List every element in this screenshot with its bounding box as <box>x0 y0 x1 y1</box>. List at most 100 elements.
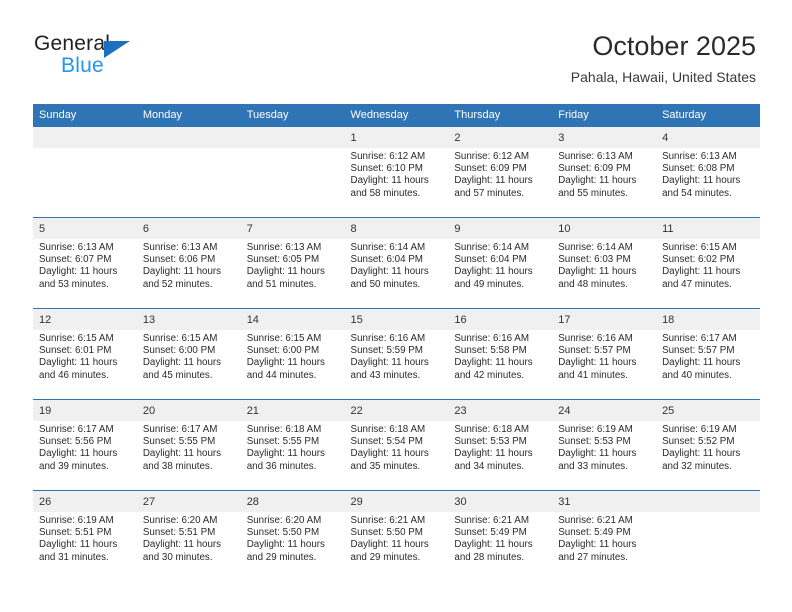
daylight-text-line1: Daylight: 11 hours <box>142 357 222 369</box>
daylight-text-line1: Daylight: 11 hours <box>454 448 533 460</box>
calendar-day-cell[interactable]: 19 Sunrise: 6:17 AM Sunset: 5:56 PM Dayligh… <box>33 399 137 491</box>
daylight-text-line1: Daylight: 11 hours <box>142 448 222 460</box>
day-number: 2 <box>448 127 553 148</box>
day-number: 29 <box>344 491 449 512</box>
sunrise-text: Sunrise: 6:19 AM <box>558 424 633 435</box>
calendar-day-cell[interactable]: 20 Sunrise: 6:17 AM Sunset: 5:55 PM Dayligh… <box>136 399 241 491</box>
day-number: 12 <box>33 309 137 330</box>
day-details: Sunrise: 6:13 AM Sunset: 6:08 PM Daylight:… <box>656 148 760 200</box>
day-number <box>136 127 241 148</box>
sunset-text: Sunset: 5:57 PM <box>662 345 735 357</box>
sunset-text: Sunset: 5:54 PM <box>350 436 423 448</box>
calendar-day-cell[interactable]: 31 Sunrise: 6:21 AM Sunset: 5:49 PM Dayligh… <box>552 490 657 581</box>
daylight-text-line1: Daylight: 11 hours <box>39 448 118 460</box>
calendar-day-cell[interactable]: 8 Sunrise: 6:14 AM Sunset: 6:04 PM Daylight… <box>344 217 449 309</box>
weekday-header-wednesday: Wednesday <box>344 104 449 127</box>
daylight-text-line1: Daylight: 11 hours <box>246 448 325 460</box>
calendar-day-cell[interactable]: 2 Sunrise: 6:12 AM Sunset: 6:09 PM Daylight… <box>448 126 553 218</box>
calendar-day-cell[interactable]: 6 Sunrise: 6:13 AM Sunset: 6:06 PM Daylight… <box>136 217 241 309</box>
sunrise-text: Sunrise: 6:18 AM <box>246 424 322 435</box>
calendar-week-row: 1 Sunrise: 6:12 AM Sunset: 6:10 PM Daylight… <box>33 126 760 218</box>
day-number: 31 <box>552 491 657 512</box>
day-number: 20 <box>136 400 241 421</box>
day-details: Sunrise: 6:19 AM Sunset: 5:53 PM Daylight:… <box>552 421 656 473</box>
daylight-text-line2: and 42 minutes. <box>454 369 525 381</box>
day-number: 4 <box>656 127 760 148</box>
calendar-day-cell[interactable]: 1 Sunrise: 6:12 AM Sunset: 6:10 PM Daylight… <box>344 126 449 218</box>
calendar-week-row: 5 Sunrise: 6:13 AM Sunset: 6:07 PM Daylight… <box>33 217 760 309</box>
sunset-text: Sunset: 6:05 PM <box>246 254 320 266</box>
day-details: Sunrise: 6:16 AM Sunset: 5:57 PM Daylight:… <box>552 330 656 382</box>
sunrise-text: Sunrise: 6:17 AM <box>39 424 114 435</box>
calendar-day-cell[interactable]: 28 Sunrise: 6:20 AM Sunset: 5:50 PM Dayligh… <box>240 490 345 581</box>
calendar-day-cell[interactable]: 5 Sunrise: 6:13 AM Sunset: 6:07 PM Daylight… <box>33 217 137 309</box>
daylight-text-line2: and 33 minutes. <box>558 460 628 472</box>
daylight-text-line1: Daylight: 11 hours <box>246 539 325 551</box>
day-details: Sunrise: 6:20 AM Sunset: 5:51 PM Daylight:… <box>137 512 241 564</box>
calendar-day-cell[interactable]: 22 Sunrise: 6:18 AM Sunset: 5:54 PM Dayligh… <box>344 399 449 491</box>
calendar-day-cell[interactable]: 4 Sunrise: 6:13 AM Sunset: 6:08 PM Daylight… <box>656 126 760 218</box>
calendar-day-cell[interactable]: 7 Sunrise: 6:13 AM Sunset: 6:05 PM Daylight… <box>240 217 345 309</box>
day-number: 27 <box>136 491 241 512</box>
sunrise-text: Sunrise: 6:21 AM <box>350 515 426 526</box>
sunrise-text: Sunrise: 6:13 AM <box>142 242 218 253</box>
daylight-text-line2: and 28 minutes. <box>454 551 525 563</box>
daylight-text-line1: Daylight: 11 hours <box>39 266 118 278</box>
calendar-day-cell[interactable]: 26 Sunrise: 6:19 AM Sunset: 5:51 PM Dayligh… <box>33 490 137 581</box>
sunrise-text: Sunrise: 6:16 AM <box>454 333 529 344</box>
day-details: Sunrise: 6:12 AM Sunset: 6:09 PM Daylight:… <box>448 148 552 200</box>
calendar-day-cell[interactable]: 14 Sunrise: 6:15 AM Sunset: 6:00 PM Dayligh… <box>240 308 345 400</box>
daylight-text-line2: and 30 minutes. <box>142 551 213 563</box>
day-details: Sunrise: 6:14 AM Sunset: 6:03 PM Daylight:… <box>552 239 656 291</box>
calendar-page: General Blue October 2025 Pahala, Hawaii… <box>0 0 792 612</box>
day-number: 21 <box>240 400 345 421</box>
daylight-text-line1: Daylight: 11 hours <box>454 175 533 187</box>
calendar-day-cell[interactable]: 9 Sunrise: 6:14 AM Sunset: 6:04 PM Daylight… <box>448 217 553 309</box>
daylight-text-line2: and 29 minutes. <box>246 551 317 563</box>
day-details: Sunrise: 6:18 AM Sunset: 5:53 PM Daylight:… <box>448 421 552 473</box>
sunrise-text: Sunrise: 6:13 AM <box>39 242 114 253</box>
sunset-text: Sunset: 5:55 PM <box>246 436 320 448</box>
general-blue-logo[interactable]: General Blue <box>34 32 214 84</box>
day-details: Sunrise: 6:20 AM Sunset: 5:50 PM Daylight:… <box>241 512 345 564</box>
sunset-text: Sunset: 6:01 PM <box>39 345 112 357</box>
sunrise-text: Sunrise: 6:13 AM <box>558 151 633 162</box>
sunrise-text: Sunrise: 6:19 AM <box>662 424 737 435</box>
sunrise-text: Sunrise: 6:14 AM <box>454 242 529 253</box>
calendar-day-cell[interactable]: 18 Sunrise: 6:17 AM Sunset: 5:57 PM Dayligh… <box>656 308 760 400</box>
calendar-day-cell[interactable]: 13 Sunrise: 6:15 AM Sunset: 6:00 PM Dayligh… <box>136 308 241 400</box>
daylight-text-line2: and 53 minutes. <box>39 278 109 290</box>
sunrise-text: Sunrise: 6:16 AM <box>350 333 426 344</box>
day-details: Sunrise: 6:13 AM Sunset: 6:07 PM Daylight:… <box>33 239 137 291</box>
sunset-text: Sunset: 6:07 PM <box>39 254 112 266</box>
calendar-day-cell[interactable]: 25 Sunrise: 6:19 AM Sunset: 5:52 PM Dayligh… <box>656 399 760 491</box>
sunrise-text: Sunrise: 6:21 AM <box>558 515 633 526</box>
calendar-day-cell[interactable]: 27 Sunrise: 6:20 AM Sunset: 5:51 PM Dayligh… <box>136 490 241 581</box>
daylight-text-line2: and 55 minutes. <box>558 187 628 199</box>
calendar-day-cell[interactable]: 16 Sunrise: 6:16 AM Sunset: 5:58 PM Dayligh… <box>448 308 553 400</box>
calendar-day-cell[interactable]: 23 Sunrise: 6:18 AM Sunset: 5:53 PM Dayligh… <box>448 399 553 491</box>
calendar-day-cell[interactable]: 24 Sunrise: 6:19 AM Sunset: 5:53 PM Dayligh… <box>552 399 657 491</box>
sunset-text: Sunset: 6:00 PM <box>142 345 216 357</box>
calendar-day-cell[interactable]: 15 Sunrise: 6:16 AM Sunset: 5:59 PM Dayligh… <box>344 308 449 400</box>
daylight-text-line2: and 54 minutes. <box>662 187 732 199</box>
calendar-day-cell[interactable]: 30 Sunrise: 6:21 AM Sunset: 5:49 PM Dayligh… <box>448 490 553 581</box>
daylight-text-line1: Daylight: 11 hours <box>142 539 222 551</box>
daylight-text-line2: and 40 minutes. <box>662 369 732 381</box>
calendar-day-cell[interactable]: 3 Sunrise: 6:13 AM Sunset: 6:09 PM Daylight… <box>552 126 657 218</box>
sunset-text: Sunset: 6:00 PM <box>246 345 320 357</box>
sunrise-text: Sunrise: 6:20 AM <box>142 515 218 526</box>
calendar-day-cell[interactable]: 21 Sunrise: 6:18 AM Sunset: 5:55 PM Dayligh… <box>240 399 345 491</box>
daylight-text-line2: and 58 minutes. <box>350 187 421 199</box>
day-details: Sunrise: 6:17 AM Sunset: 5:55 PM Daylight:… <box>137 421 241 473</box>
daylight-text-line2: and 48 minutes. <box>558 278 628 290</box>
sunset-text: Sunset: 6:08 PM <box>662 163 735 175</box>
calendar-day-cell[interactable]: 17 Sunrise: 6:16 AM Sunset: 5:57 PM Dayligh… <box>552 308 657 400</box>
day-details: Sunrise: 6:15 AM Sunset: 6:02 PM Daylight:… <box>656 239 760 291</box>
logo-triangle-icon <box>104 41 130 58</box>
calendar-day-cell[interactable]: 11 Sunrise: 6:15 AM Sunset: 6:02 PM Dayligh… <box>656 217 760 309</box>
weekday-header-tuesday: Tuesday <box>240 104 345 127</box>
calendar-day-cell[interactable]: 29 Sunrise: 6:21 AM Sunset: 5:50 PM Dayligh… <box>344 490 449 581</box>
calendar-day-cell[interactable]: 12 Sunrise: 6:15 AM Sunset: 6:01 PM Dayligh… <box>33 308 137 400</box>
calendar-day-cell[interactable]: 10 Sunrise: 6:14 AM Sunset: 6:03 PM Dayligh… <box>552 217 657 309</box>
